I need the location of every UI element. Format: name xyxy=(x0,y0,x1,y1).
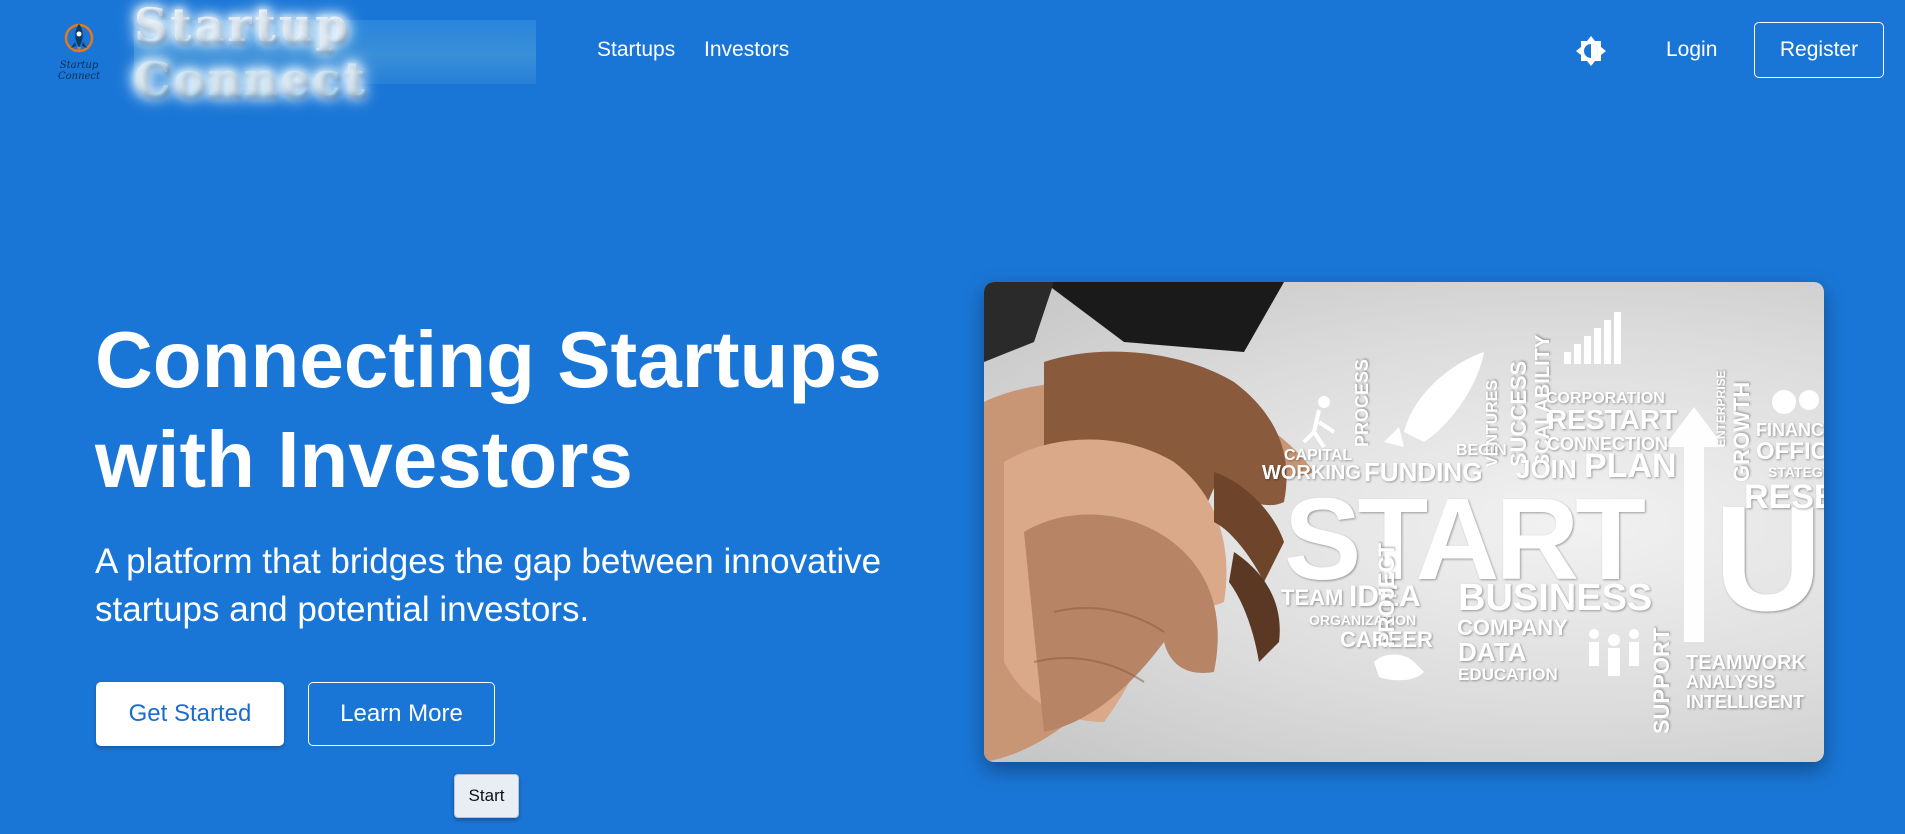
word-restart: RESTART xyxy=(1547,404,1678,435)
theme-toggle-button[interactable] xyxy=(1574,34,1608,68)
word-working: WORKING xyxy=(1262,462,1361,484)
hero-image: START U BUSINESS IDEA TEAM ORGANIZATION … xyxy=(984,282,1824,762)
hero-subtitle: A platform that bridges the gap between … xyxy=(95,538,945,634)
hero-title-line2: with Investors xyxy=(95,415,633,504)
word-funding: FUNDING xyxy=(1364,457,1483,487)
word-education: EDUCATION xyxy=(1458,665,1558,684)
navbar: Startup Connect Startup Connect Startups… xyxy=(0,0,1905,106)
register-button[interactable]: Register xyxy=(1754,22,1884,78)
brand-title-text: Startup Connect xyxy=(134,0,536,106)
word-project: PROJECT xyxy=(1374,543,1399,647)
hero-title: Connecting Startups with Investors xyxy=(95,310,975,510)
rocket-logo-icon xyxy=(64,23,94,53)
nav-link-investors[interactable]: Investors xyxy=(704,38,789,62)
word-data: DATA xyxy=(1458,637,1527,667)
word-intelligent: INTELLIGENT xyxy=(1686,692,1804,712)
logo-caption: Startup Connect xyxy=(57,60,101,82)
get-started-button[interactable]: Get Started xyxy=(96,682,284,746)
word-capital: CAPITAL xyxy=(1284,447,1353,464)
learn-more-button[interactable]: Learn More xyxy=(308,682,495,746)
nav-link-login[interactable]: Login xyxy=(1666,38,1717,62)
tooltip: Start xyxy=(454,774,519,818)
word-join: JOIN xyxy=(1516,454,1577,484)
word-team: TEAM xyxy=(1281,585,1344,610)
word-success: SUCCESS xyxy=(1506,360,1531,467)
word-enterprise: ENTERPRISE xyxy=(1714,370,1728,447)
nav-link-startups[interactable]: Startups xyxy=(597,38,675,62)
word-business: BUSINESS xyxy=(1458,577,1653,619)
word-ventures: VENTURES xyxy=(1484,379,1501,467)
logo[interactable]: Startup Connect xyxy=(40,20,118,82)
sun-icon xyxy=(1576,36,1606,66)
word-analysis: ANALYSIS xyxy=(1686,672,1776,692)
word-connection: CONNECTION xyxy=(1547,434,1668,454)
hero-subtitle-line2: startups and potential investors. xyxy=(95,590,590,629)
hero-title-line1: Connecting Startups xyxy=(95,315,882,404)
word-office: OFFIC xyxy=(1756,438,1824,465)
hero-subtitle-line1: A platform that bridges the gap between … xyxy=(95,542,882,581)
word-process: PROCESS xyxy=(1352,358,1372,447)
word-organization: ORGANIZATION xyxy=(1309,612,1417,628)
word-growth: GROWTH xyxy=(1729,381,1754,482)
word-support: SUPPORT xyxy=(1649,627,1674,734)
brand-title[interactable]: Startup Connect xyxy=(134,0,536,106)
word-research: RESEA xyxy=(1744,478,1824,516)
